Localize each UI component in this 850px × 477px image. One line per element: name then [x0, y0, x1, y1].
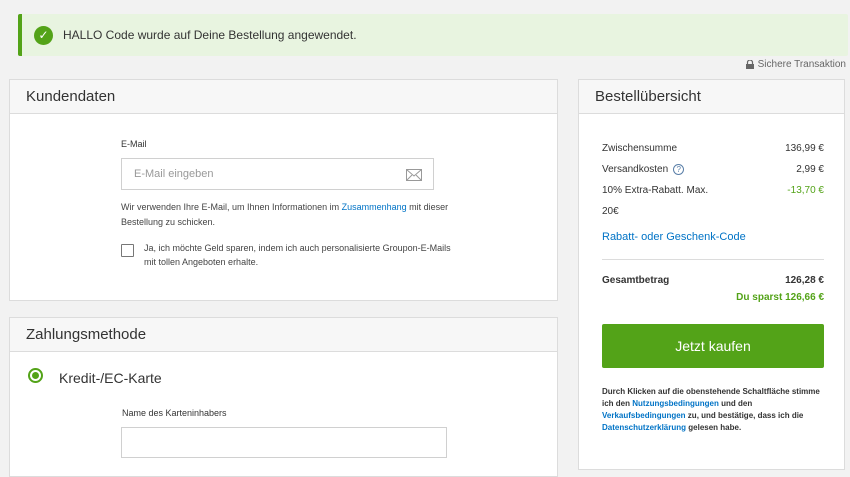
payment-card-title: Zahlungsmethode — [10, 318, 557, 352]
subtotal-row: Zwischensumme 136,99 € — [602, 143, 824, 154]
promo-code-link[interactable]: Rabatt- oder Geschenk-Code — [602, 231, 746, 243]
buy-now-button[interactable]: Jetzt kaufen — [602, 324, 824, 368]
lock-icon — [745, 60, 754, 69]
payment-card: Zahlungsmethode Kredit-/EC-Karte Name de… — [9, 317, 558, 477]
discount-label-cont: 20€ — [602, 206, 619, 217]
shipping-value: 2,99 € — [796, 164, 824, 175]
discount-row: 10% Extra-Rabatt. Max. -13,70 € — [602, 185, 824, 196]
context-link[interactable]: Zusammenhang — [342, 202, 407, 212]
savings-row: Du sparst 126,66 € — [602, 292, 824, 303]
payment-method-label: Kredit-/EC-Karte — [59, 370, 162, 386]
newsletter-checkbox[interactable] — [121, 244, 134, 257]
total-value: 126,28 € — [785, 275, 824, 286]
secure-text: Sichere Transaktion — [757, 59, 846, 70]
shipping-label: Versandkosten — [602, 164, 669, 175]
shipping-row: Versandkosten? 2,99 € — [602, 164, 824, 175]
order-summary-card: Bestellübersicht Zwischensumme 136,99 € … — [578, 79, 845, 470]
discount-label: 10% Extra-Rabatt. Max. — [602, 185, 709, 196]
order-summary-title: Bestellübersicht — [579, 80, 844, 114]
success-banner: ✓ HALLO Code wurde auf Deine Bestellung … — [18, 14, 848, 56]
email-help-text: Wir verwenden Ihre E-Mail, um Ihnen Info… — [121, 202, 449, 227]
legal-text: Durch Klicken auf die obenstehende Schal… — [602, 387, 820, 432]
email-label: E-Mail — [121, 139, 147, 149]
terms-of-sale-link[interactable]: Verkaufsbedingungen — [602, 411, 686, 420]
subtotal-label: Zwischensumme — [602, 143, 678, 154]
subtotal-value: 136,99 € — [785, 143, 824, 154]
discount-row-cont: 20€ — [602, 206, 824, 217]
divider — [602, 259, 824, 260]
privacy-policy-link[interactable]: Datenschutzerklärung — [602, 423, 686, 432]
terms-of-use-link[interactable]: Nutzungsbedingungen — [632, 399, 719, 408]
check-icon: ✓ — [34, 25, 53, 45]
banner-text: HALLO Code wurde auf Deine Bestellung an… — [63, 28, 357, 42]
email-field[interactable]: E-Mail eingeben — [121, 158, 434, 190]
mail-icon — [406, 169, 422, 184]
secure-transaction: Sichere Transaktion — [745, 59, 846, 70]
cardholder-name-field[interactable] — [121, 427, 447, 458]
customer-card-title: Kundendaten — [10, 80, 557, 114]
email-placeholder: E-Mail eingeben — [134, 168, 214, 180]
payment-method-radio[interactable] — [28, 368, 43, 383]
savings-text: Du sparst 126,66 € — [736, 292, 824, 303]
newsletter-optin-label: Ja, ich möchte Geld sparen, indem ich au… — [144, 243, 451, 267]
customer-card: Kundendaten E-Mail E-Mail eingeben Wir v… — [9, 79, 558, 301]
info-icon[interactable]: ? — [673, 164, 685, 175]
discount-value: -13,70 € — [787, 185, 824, 196]
total-label: Gesamtbetrag — [602, 275, 670, 286]
cardholder-label: Name des Karteninhabers — [122, 408, 227, 418]
total-row: Gesamtbetrag 126,28 € — [602, 275, 824, 286]
